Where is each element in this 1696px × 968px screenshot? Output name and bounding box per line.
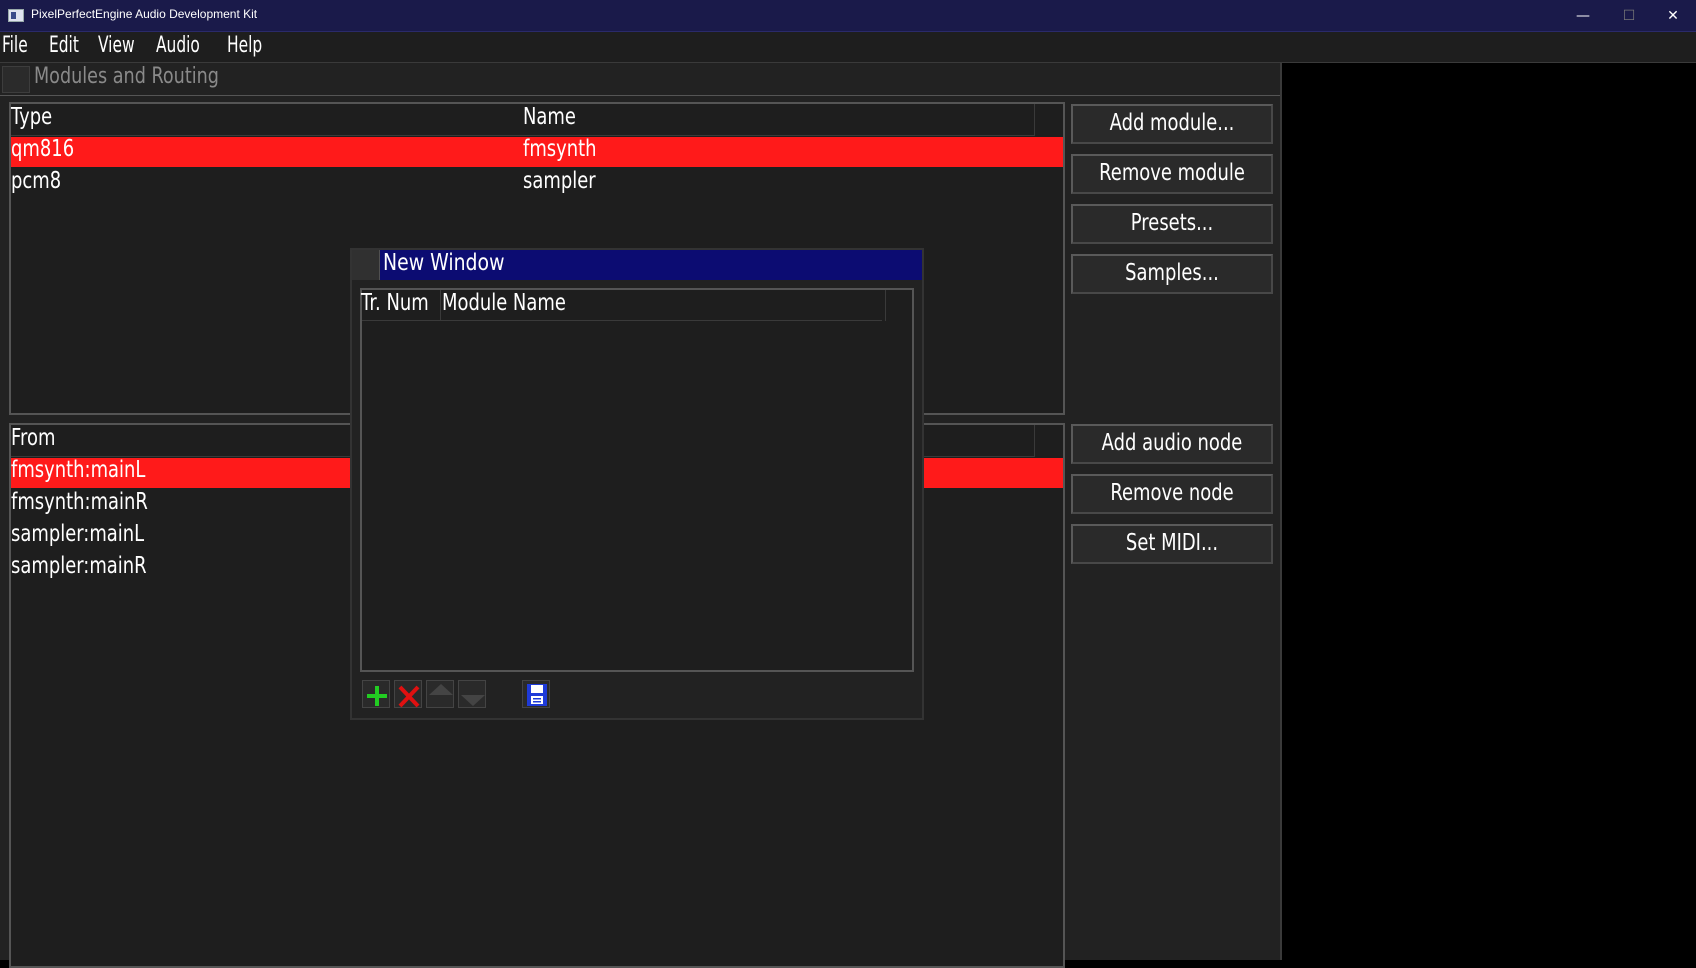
- add-audio-node-button[interactable]: Add audio node: [1071, 424, 1273, 464]
- module-type: qm816: [11, 136, 75, 162]
- column-divider[interactable]: [440, 290, 441, 321]
- move-up-icon: [429, 684, 453, 695]
- route-from: fmsynth:mainL: [11, 457, 146, 483]
- column-header-tr-num[interactable]: Tr. Num: [361, 290, 429, 316]
- column-divider[interactable]: [885, 290, 886, 321]
- module-name: sampler: [523, 168, 596, 194]
- column-header-from[interactable]: From: [11, 425, 55, 451]
- menu-audio[interactable]: Audio: [156, 33, 200, 58]
- delete-track-button[interactable]: [394, 680, 422, 708]
- menu-file[interactable]: File: [2, 33, 28, 58]
- column-header-name[interactable]: Name: [523, 104, 576, 130]
- save-button[interactable]: [522, 680, 550, 708]
- window-title: PixelPerfectEngine Audio Development Kit: [31, 7, 258, 21]
- route-from: fmsynth:mainR: [11, 489, 148, 515]
- save-icon: [527, 684, 547, 706]
- window-menu-box[interactable]: [2, 66, 30, 93]
- dialog-menu-box[interactable]: [352, 250, 380, 280]
- add-module-button[interactable]: Add module...: [1071, 104, 1273, 144]
- menu-help[interactable]: Help: [227, 33, 262, 58]
- route-from: sampler:mainL: [11, 521, 145, 547]
- module-name: fmsynth: [523, 136, 597, 162]
- move-down-icon: [461, 695, 485, 706]
- module-type: pcm8: [11, 168, 62, 194]
- window-header-title: Modules and Routing: [34, 64, 219, 89]
- add-track-button[interactable]: [362, 680, 390, 708]
- delete-icon: [398, 685, 420, 708]
- maximize-button[interactable]: ☐: [1606, 0, 1652, 32]
- add-icon: [367, 686, 387, 706]
- window-border: [1280, 63, 1282, 960]
- route-from: sampler:mainR: [11, 553, 147, 579]
- dialog-title: New Window: [383, 250, 505, 276]
- column-header-module-name[interactable]: Module Name: [442, 290, 566, 316]
- remove-node-button[interactable]: Remove node: [1071, 474, 1273, 514]
- table-header-end: [1034, 425, 1035, 457]
- menu-edit[interactable]: Edit: [49, 33, 79, 58]
- samples-button[interactable]: Samples...: [1071, 254, 1273, 294]
- table-header-end: [1034, 104, 1035, 136]
- menu-view[interactable]: View: [98, 33, 135, 58]
- remove-module-button[interactable]: Remove module: [1071, 154, 1273, 194]
- minimize-button[interactable]: —: [1560, 0, 1606, 32]
- track-list[interactable]: [360, 288, 914, 672]
- move-down-button[interactable]: [458, 680, 486, 708]
- close-button[interactable]: ✕: [1650, 0, 1696, 32]
- column-header-type[interactable]: Type: [11, 104, 52, 130]
- presets-button[interactable]: Presets...: [1071, 204, 1273, 244]
- app-icon: [8, 9, 24, 22]
- set-midi-button[interactable]: Set MIDI...: [1071, 524, 1273, 564]
- move-up-button[interactable]: [426, 680, 454, 708]
